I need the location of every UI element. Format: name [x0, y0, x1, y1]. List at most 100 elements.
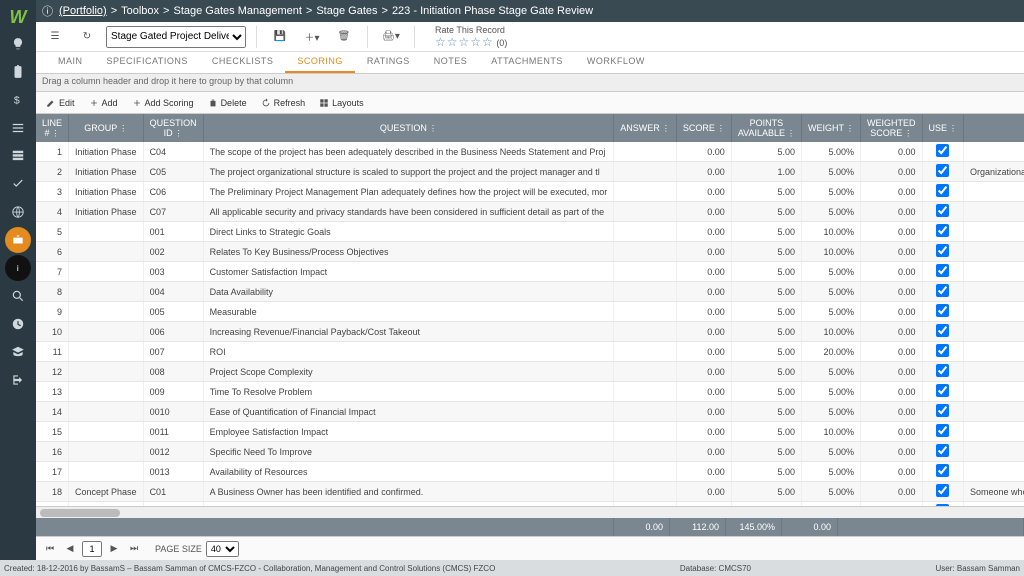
- table-row[interactable]: 11007ROI0.005.0020.00%0.00: [36, 342, 1024, 362]
- nav-exit[interactable]: [0, 366, 36, 394]
- use-checkbox[interactable]: [936, 404, 949, 417]
- svg-text:$: $: [14, 95, 20, 107]
- use-checkbox[interactable]: [936, 264, 949, 277]
- use-checkbox[interactable]: [936, 184, 949, 197]
- table-row[interactable]: 140010Ease of Quantification of Financia…: [36, 402, 1024, 422]
- rate-this-record[interactable]: Rate This Record ☆☆☆☆☆ (0): [435, 25, 507, 49]
- page-size-select[interactable]: 40: [206, 541, 239, 557]
- rating-stars[interactable]: ☆☆☆☆☆: [435, 35, 494, 49]
- print-icon[interactable]: 🖨▾: [378, 25, 404, 49]
- nav-table[interactable]: [0, 142, 36, 170]
- tab-ratings[interactable]: RATINGS: [355, 52, 422, 73]
- use-checkbox[interactable]: [936, 444, 949, 457]
- page-prev[interactable]: ◀: [62, 541, 78, 557]
- add-button[interactable]: Add: [83, 96, 124, 110]
- table-row[interactable]: 160012Specific Need To Improve0.005.005.…: [36, 442, 1024, 462]
- table-row[interactable]: 170013Availability of Resources0.005.005…: [36, 462, 1024, 482]
- nav-money[interactable]: $: [0, 86, 36, 114]
- table-row[interactable]: 10006Increasing Revenue/Financial Paybac…: [36, 322, 1024, 342]
- use-checkbox[interactable]: [936, 384, 949, 397]
- use-checkbox[interactable]: [936, 204, 949, 217]
- use-checkbox[interactable]: [936, 244, 949, 257]
- col-header[interactable]: WEIGHT⋮: [802, 114, 861, 142]
- save-icon[interactable]: 💾: [267, 25, 293, 49]
- tab-attachments[interactable]: ATTACHMENTS: [479, 52, 575, 73]
- table-row[interactable]: 9005Measurable0.005.005.00%0.00: [36, 302, 1024, 322]
- nav-search[interactable]: [0, 282, 36, 310]
- refresh-button[interactable]: Refresh: [255, 96, 312, 110]
- table-row[interactable]: 7003Customer Satisfaction Impact0.005.00…: [36, 262, 1024, 282]
- horizontal-scrollbar[interactable]: [36, 506, 1024, 518]
- use-checkbox[interactable]: [936, 324, 949, 337]
- page-first[interactable]: ⏮: [42, 541, 58, 557]
- delete-button[interactable]: Delete: [202, 96, 253, 110]
- page-last[interactable]: ⏭: [126, 541, 142, 557]
- use-checkbox[interactable]: [936, 164, 949, 177]
- table-row[interactable]: 3Initiation PhaseC06The Preliminary Proj…: [36, 182, 1024, 202]
- nav-list[interactable]: [0, 114, 36, 142]
- table-row[interactable]: 5001Direct Links to Strategic Goals0.005…: [36, 222, 1024, 242]
- col-header[interactable]: POINTS AVAILABLE⋮: [731, 114, 801, 142]
- table-row[interactable]: 6002Relates To Key Business/Process Obje…: [36, 242, 1024, 262]
- tab-main[interactable]: MAIN: [46, 52, 95, 73]
- use-checkbox[interactable]: [936, 484, 949, 497]
- status-created: Created: 18-12-2016 by BassamS – Bassam …: [4, 564, 495, 573]
- table-row[interactable]: 150011Employee Satisfaction Impact0.005.…: [36, 422, 1024, 442]
- add-scoring-button[interactable]: Add Scoring: [126, 96, 200, 110]
- col-header[interactable]: NOTES⋮: [964, 114, 1024, 142]
- page-next[interactable]: ▶: [106, 541, 122, 557]
- col-header[interactable]: WEIGHTED SCORE⋮: [861, 114, 923, 142]
- table-row[interactable]: 2Initiation PhaseC05The project organiza…: [36, 162, 1024, 182]
- template-dropdown[interactable]: Stage Gated Project Delivery - Initiat: [106, 26, 246, 48]
- add-icon[interactable]: ＋▾: [299, 25, 325, 49]
- table-row[interactable]: 8004Data Availability0.005.005.00%0.00: [36, 282, 1024, 302]
- nav-education[interactable]: [0, 338, 36, 366]
- refresh-icon[interactable]: ↻: [74, 25, 100, 49]
- use-checkbox[interactable]: [936, 144, 949, 157]
- col-header[interactable]: GROUP⋮: [69, 114, 144, 142]
- col-header[interactable]: USE⋮: [922, 114, 964, 142]
- col-header[interactable]: QUESTION ID⋮: [143, 114, 203, 142]
- use-checkbox[interactable]: [936, 424, 949, 437]
- nav-clipboard[interactable]: [0, 58, 36, 86]
- tab-specifications[interactable]: SPECIFICATIONS: [95, 52, 200, 73]
- use-checkbox[interactable]: [936, 304, 949, 317]
- use-checkbox[interactable]: [936, 344, 949, 357]
- layouts-button[interactable]: Layouts: [313, 96, 370, 110]
- table-row[interactable]: 18Concept PhaseC01A Business Owner has b…: [36, 482, 1024, 502]
- col-header[interactable]: LINE #⋮: [36, 114, 69, 142]
- use-checkbox[interactable]: [936, 464, 949, 477]
- tab-scoring[interactable]: SCORING: [285, 52, 355, 73]
- use-checkbox[interactable]: [936, 284, 949, 297]
- table-row[interactable]: 12008Project Scope Complexity0.005.005.0…: [36, 362, 1024, 382]
- info-icon[interactable]: ⓘ: [42, 3, 53, 19]
- breadcrumb-portfolio[interactable]: (Portfolio): [59, 5, 107, 17]
- nav-check[interactable]: [0, 170, 36, 198]
- breadcrumb-part[interactable]: Stage Gates: [316, 5, 377, 17]
- col-header[interactable]: QUESTION⋮: [203, 114, 614, 142]
- use-checkbox[interactable]: [936, 224, 949, 237]
- nav-globe[interactable]: [0, 198, 36, 226]
- table-row[interactable]: 4Initiation PhaseC07All applicable secur…: [36, 202, 1024, 222]
- edit-button[interactable]: Edit: [40, 96, 81, 110]
- col-header[interactable]: ANSWER⋮: [614, 114, 677, 142]
- menu-icon[interactable]: ☰: [42, 25, 68, 49]
- tab-notes[interactable]: NOTES: [422, 52, 480, 73]
- nav-info[interactable]: i: [5, 255, 31, 281]
- group-by-panel[interactable]: Drag a column header and drop it here to…: [36, 74, 1024, 92]
- page-number-input[interactable]: [82, 541, 102, 557]
- delete-icon[interactable]: 🗑: [331, 25, 357, 49]
- use-checkbox[interactable]: [936, 364, 949, 377]
- nav-history[interactable]: [0, 310, 36, 338]
- summary-wscore: 0.00: [782, 518, 838, 536]
- table-row[interactable]: 13009Time To Resolve Problem0.005.005.00…: [36, 382, 1024, 402]
- table-row[interactable]: 1Initiation PhaseC04The scope of the pro…: [36, 142, 1024, 162]
- tab-workflow[interactable]: WORKFLOW: [575, 52, 657, 73]
- col-header[interactable]: SCORE⋮: [676, 114, 731, 142]
- tab-checklists[interactable]: CHECKLISTS: [200, 52, 286, 73]
- breadcrumb-part[interactable]: Stage Gates Management: [173, 5, 301, 17]
- breadcrumb-part[interactable]: Toolbox: [121, 5, 159, 17]
- nav-idea[interactable]: [0, 30, 36, 58]
- grid-area[interactable]: LINE #⋮GROUP⋮QUESTION ID⋮QUESTION⋮ANSWER…: [36, 114, 1024, 506]
- nav-briefcase[interactable]: [5, 227, 31, 253]
